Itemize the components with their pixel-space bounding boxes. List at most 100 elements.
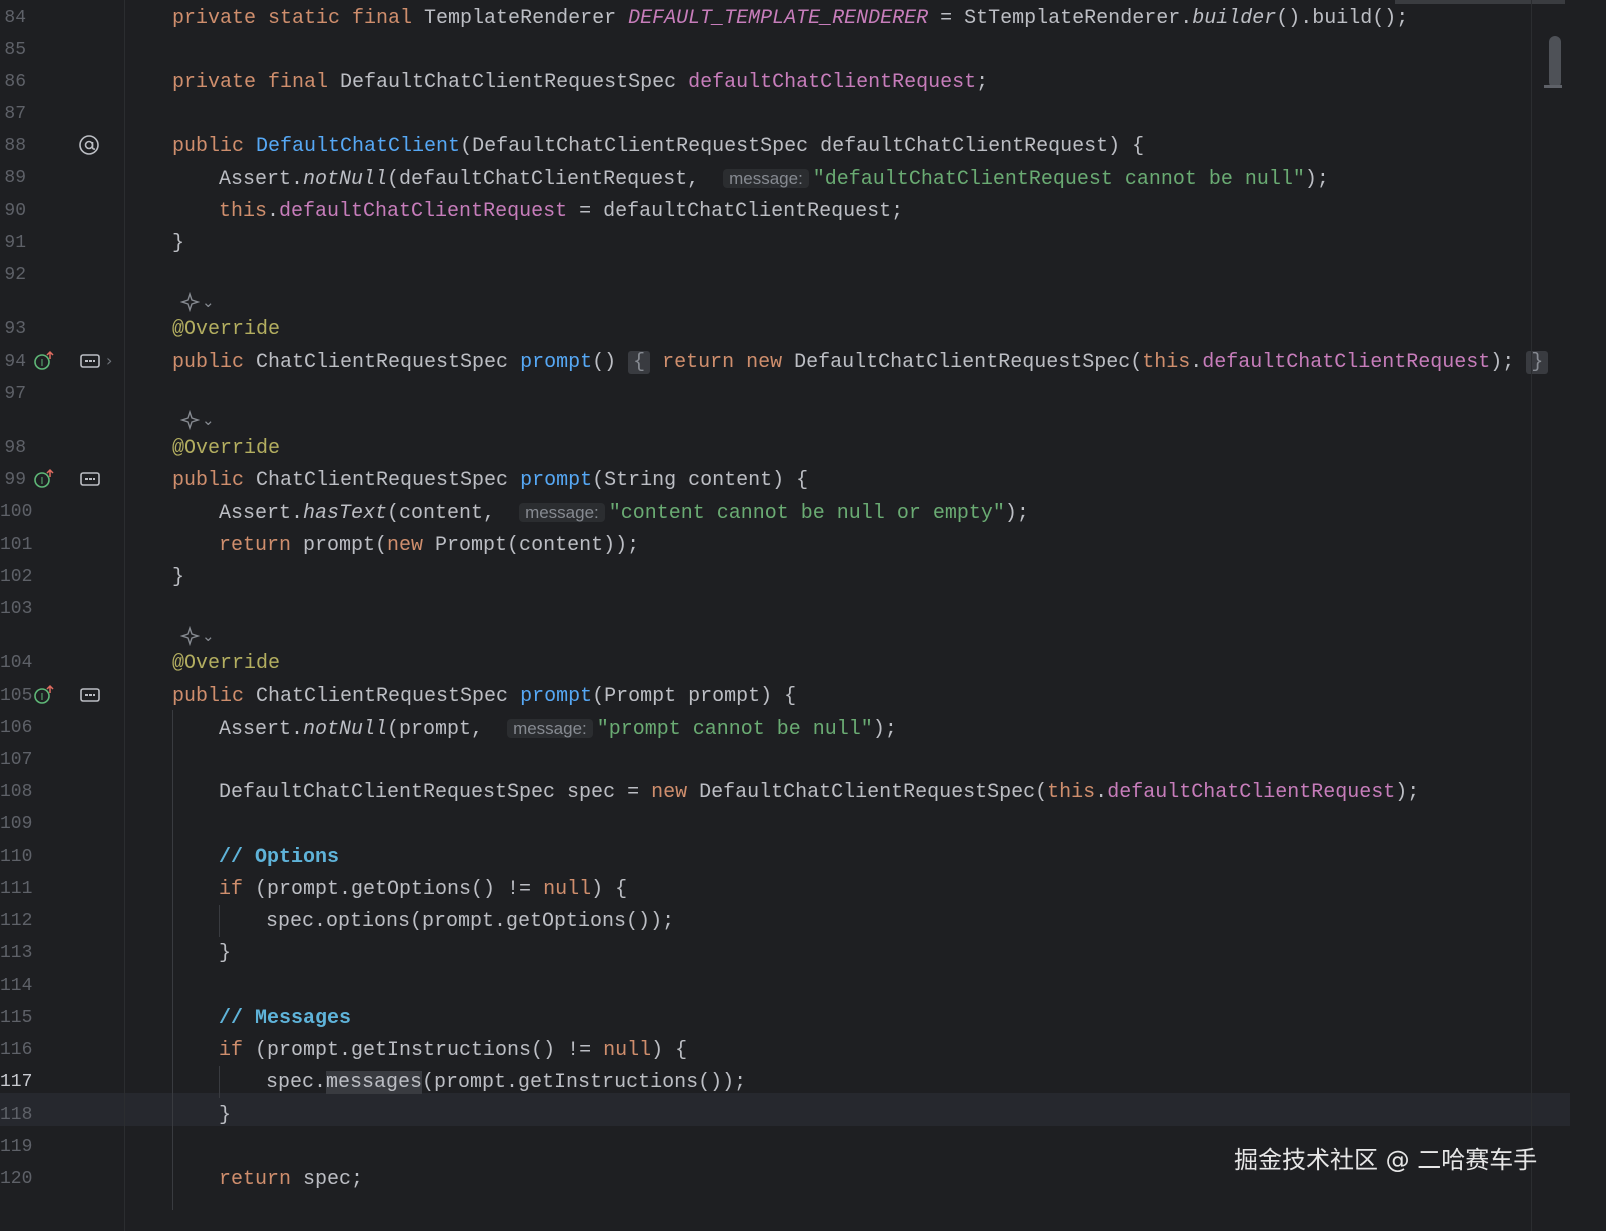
ai-action-icon[interactable]: ⌄ bbox=[180, 291, 224, 313]
code-line[interactable]: 117 spec.messages(prompt.getInstructions(… bbox=[0, 1066, 1570, 1099]
line-number[interactable]: 104 bbox=[0, 647, 32, 680]
code-line[interactable]: 90 this.defaultChatClientRequest = defaul… bbox=[0, 195, 1570, 228]
code-line[interactable]: 106 Assert.notNull(prompt, message: "promp… bbox=[0, 712, 1570, 745]
code-text[interactable]: if (prompt.getInstructions() != null) { bbox=[219, 1034, 687, 1067]
line-number[interactable]: 99 bbox=[0, 464, 26, 497]
code-text[interactable]: public ChatClientRequestSpec prompt(Stri… bbox=[172, 464, 808, 497]
code-text[interactable]: public DefaultChatClient(DefaultChatClie… bbox=[172, 130, 1144, 163]
line-number[interactable]: 118 bbox=[0, 1099, 32, 1132]
code-text[interactable]: // Messages bbox=[219, 1002, 351, 1035]
code-line[interactable]: 93 @Override bbox=[0, 313, 1570, 346]
code-text[interactable]: spec.options(prompt.getOptions()); bbox=[266, 905, 674, 938]
line-number[interactable]: 85 bbox=[0, 34, 26, 67]
folded-code-icon[interactable] bbox=[80, 353, 100, 369]
line-number[interactable]: 101 bbox=[0, 529, 32, 562]
implemented-by-icon[interactable] bbox=[78, 134, 100, 156]
code-text[interactable]: return spec; bbox=[219, 1163, 363, 1196]
code-text[interactable]: public ChatClientRequestSpec prompt() { … bbox=[172, 346, 1549, 379]
code-text[interactable]: public ChatClientRequestSpec prompt(Prom… bbox=[172, 680, 796, 713]
code-line[interactable]: 108 DefaultChatClientRequestSpec spec = n… bbox=[0, 776, 1570, 809]
code-text[interactable]: private static final TemplateRenderer DE… bbox=[172, 2, 1408, 35]
code-line[interactable]: 104 @Override bbox=[0, 647, 1570, 680]
vertical-scrollbar-thumb[interactable] bbox=[1549, 36, 1561, 88]
code-line[interactable]: 94 public ChatClientRequestSpec prompt() … bbox=[0, 346, 1570, 379]
code-line[interactable]: 103 bbox=[0, 593, 1570, 626]
code-text[interactable]: Assert.notNull(defaultChatClientRequest,… bbox=[219, 162, 1329, 196]
line-number[interactable]: 90 bbox=[0, 195, 26, 228]
line-number[interactable]: 89 bbox=[0, 162, 26, 195]
line-number[interactable]: 115 bbox=[0, 1002, 32, 1035]
code-text[interactable]: @Override bbox=[172, 432, 280, 465]
line-number[interactable]: 119 bbox=[0, 1131, 32, 1164]
code-text[interactable]: DefaultChatClientRequestSpec spec = new … bbox=[219, 776, 1419, 809]
code-text[interactable]: @Override bbox=[172, 647, 280, 680]
code-text[interactable]: } bbox=[219, 937, 231, 970]
line-number[interactable]: 111 bbox=[0, 873, 32, 906]
chevron-right-icon[interactable]: › bbox=[106, 352, 118, 370]
code-text[interactable]: this.defaultChatClientRequest = defaultC… bbox=[219, 195, 903, 228]
line-number[interactable]: 88 bbox=[0, 130, 26, 163]
line-number[interactable]: 98 bbox=[0, 432, 26, 465]
implements-method-icon[interactable]: I bbox=[32, 350, 56, 372]
implements-method-icon[interactable]: I bbox=[32, 684, 56, 706]
code-line[interactable]: 118} bbox=[0, 1099, 1570, 1132]
code-text[interactable]: private final DefaultChatClientRequestSp… bbox=[172, 66, 988, 99]
code-line[interactable]: 113} bbox=[0, 937, 1570, 970]
code-line[interactable]: 84 private static final TemplateRenderer … bbox=[0, 2, 1570, 35]
line-number[interactable]: 103 bbox=[0, 593, 32, 626]
code-line[interactable]: 91} bbox=[0, 227, 1570, 260]
code-text[interactable]: if (prompt.getOptions() != null) { bbox=[219, 873, 627, 906]
code-text[interactable]: return prompt(new Prompt(content)); bbox=[219, 529, 639, 562]
code-line[interactable]: 85 bbox=[0, 34, 1570, 67]
code-line[interactable]: 100 Assert.hasText(content, message: "cont… bbox=[0, 496, 1570, 529]
code-line[interactable]: 109 bbox=[0, 808, 1570, 841]
line-number[interactable]: 91 bbox=[0, 227, 26, 260]
ai-action-icon[interactable]: ⌄ bbox=[180, 409, 224, 431]
line-number[interactable]: 107 bbox=[0, 744, 32, 777]
code-line[interactable]: 110 // Options bbox=[0, 841, 1570, 874]
line-number[interactable]: 106 bbox=[0, 712, 32, 745]
code-text[interactable]: } bbox=[172, 227, 184, 260]
code-text[interactable]: @Override bbox=[172, 313, 280, 346]
code-line[interactable]: 99 public ChatClientRequestSpec prompt(St… bbox=[0, 464, 1570, 497]
folded-code-icon[interactable] bbox=[80, 471, 100, 487]
code-text[interactable]: // Options bbox=[219, 841, 339, 874]
code-line[interactable]: 92 bbox=[0, 259, 1570, 292]
line-number[interactable]: 116 bbox=[0, 1034, 32, 1067]
line-number[interactable]: 110 bbox=[0, 841, 32, 874]
code-text[interactable]: spec.messages(prompt.getInstructions()); bbox=[266, 1066, 746, 1099]
implements-method-icon[interactable]: I bbox=[32, 468, 56, 490]
code-text[interactable]: } bbox=[219, 1099, 231, 1132]
line-number[interactable]: 102 bbox=[0, 561, 32, 594]
line-number[interactable]: 105 bbox=[0, 680, 32, 713]
code-line[interactable]: 116 if (prompt.getInstructions() != null)… bbox=[0, 1034, 1570, 1067]
code-line[interactable]: 97 bbox=[0, 378, 1570, 411]
line-number[interactable]: 109 bbox=[0, 808, 32, 841]
ai-action-icon[interactable]: ⌄ bbox=[180, 625, 224, 647]
line-number[interactable]: 94 bbox=[0, 346, 26, 379]
code-line[interactable]: 105 public ChatClientRequestSpec prompt(P… bbox=[0, 680, 1570, 713]
code-line[interactable]: 88 public DefaultChatClient(DefaultChatCl… bbox=[0, 130, 1570, 163]
code-line[interactable]: 87 bbox=[0, 98, 1570, 131]
line-number[interactable]: 93 bbox=[0, 313, 26, 346]
code-line[interactable]: 112 spec.options(prompt.getOptions()); bbox=[0, 905, 1570, 938]
code-line[interactable]: 102} bbox=[0, 561, 1570, 594]
code-line[interactable]: 114 bbox=[0, 970, 1570, 1003]
code-editor[interactable]: 84 private static final TemplateRenderer … bbox=[0, 0, 1606, 1231]
line-number[interactable]: 92 bbox=[0, 259, 26, 292]
line-number[interactable]: 108 bbox=[0, 776, 32, 809]
code-text[interactable]: } bbox=[172, 561, 184, 594]
line-number[interactable]: 114 bbox=[0, 970, 32, 1003]
line-number[interactable]: 87 bbox=[0, 98, 26, 131]
line-number[interactable]: 86 bbox=[0, 66, 26, 99]
code-text[interactable]: Assert.notNull(prompt, message: "prompt c… bbox=[219, 712, 897, 746]
code-line[interactable]: 86 private final DefaultChatClientRequest… bbox=[0, 66, 1570, 99]
code-line[interactable]: 115 // Messages bbox=[0, 1002, 1570, 1035]
line-number[interactable]: 100 bbox=[0, 496, 32, 529]
line-number[interactable]: 112 bbox=[0, 905, 32, 938]
line-number[interactable]: 97 bbox=[0, 378, 26, 411]
line-number[interactable]: 113 bbox=[0, 937, 32, 970]
code-line[interactable]: 98 @Override bbox=[0, 432, 1570, 465]
code-line[interactable]: 89 Assert.notNull(defaultChatClientReques… bbox=[0, 162, 1570, 195]
code-text[interactable]: Assert.hasText(content, message: "content… bbox=[219, 496, 1029, 530]
